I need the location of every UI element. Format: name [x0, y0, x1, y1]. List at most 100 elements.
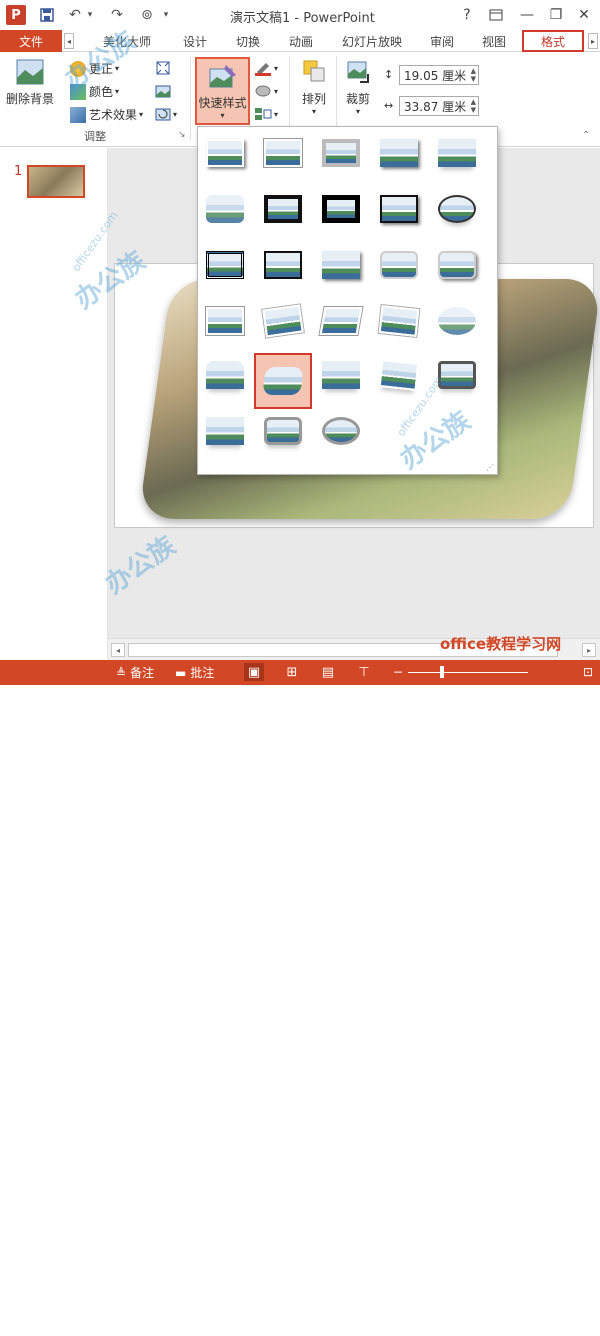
style-metal-rounded-rectangle[interactable] [435, 355, 479, 395]
width-spinner-icon[interactable]: ▲ ▼ [471, 98, 476, 114]
tab-slideshow[interactable]: 幻灯片放映 [337, 30, 407, 52]
fit-slide-icon[interactable]: ⊡ [578, 663, 598, 681]
height-icon: ↕ [384, 68, 394, 81]
save-icon[interactable] [36, 4, 58, 26]
help-button[interactable]: ? [455, 4, 479, 26]
artistic-effects-button[interactable]: 艺术效果 ▾ [70, 106, 143, 123]
style-compound-frame-black[interactable] [203, 245, 247, 285]
adjust-dialog-launcher-icon[interactable]: ↘ [178, 130, 186, 140]
remove-background-button[interactable]: 删除背景 [6, 58, 54, 107]
tab-file[interactable]: 文件 [0, 30, 62, 52]
window-title: 演示文稿1 - PowerPoint [230, 11, 375, 26]
style-simple-frame-white[interactable] [203, 133, 247, 173]
start-from-beginning-icon[interactable]: ⊚ [136, 4, 158, 26]
compress-pictures-icon[interactable] [155, 60, 171, 76]
normal-view-icon[interactable]: ▣ [244, 663, 264, 681]
reading-view-icon[interactable]: ▤ [318, 663, 338, 681]
style-beveled-oval-black[interactable] [435, 189, 479, 229]
style-simple-frame-black[interactable] [377, 189, 421, 229]
notes-button[interactable]: ≜ 备注 [116, 664, 154, 681]
tab-animations[interactable]: 动画 [283, 30, 319, 52]
close-icon[interactable]: ✕ [572, 4, 596, 26]
style-soft-edge-oval[interactable] [377, 301, 421, 341]
zoom-out-icon[interactable]: − [388, 663, 408, 681]
collapse-ribbon-icon[interactable]: ⌃ [582, 130, 590, 141]
scroll-right-icon[interactable]: ▸ [582, 643, 596, 657]
zoom-slider-knob[interactable] [440, 666, 444, 678]
width-input[interactable]: 33.87 厘米 ▲ ▼ [399, 96, 479, 116]
style-reflected-bevel-black[interactable] [377, 355, 421, 395]
customize-toolbar-icon[interactable]: ▾ [160, 4, 172, 26]
style-moderate-frame-white[interactable] [435, 245, 479, 285]
style-thick-matte-black[interactable] [319, 189, 363, 229]
ribbon-display-options-icon[interactable] [484, 4, 508, 26]
arrange-button[interactable]: 排列 ▾ [296, 58, 332, 116]
style-perspective-shadow-white[interactable] [261, 301, 305, 341]
gallery-resize-grip-icon[interactable]: ⋰ [486, 463, 494, 472]
crop-label: 裁剪 [345, 92, 370, 106]
style-thumbnail [264, 195, 302, 223]
style-rounded-diagonal-corner-white[interactable] [319, 245, 363, 285]
notes-label: 备注 [130, 666, 155, 680]
style-reflected-bevel-white[interactable] [254, 353, 312, 409]
style-beveled-perspective-left[interactable] [319, 355, 363, 395]
quick-styles-label: 快速样式 [198, 96, 247, 110]
tab-scroll-right-icon[interactable]: ▸ [588, 33, 598, 49]
width-value: 33.87 厘米 [404, 99, 467, 114]
change-picture-icon[interactable] [155, 83, 171, 99]
style-metal-oval[interactable] [203, 411, 247, 451]
width-icon: ↔ [384, 99, 394, 112]
tab-view[interactable]: 视图 [476, 30, 512, 52]
crop-button[interactable]: 裁剪 ▾ [340, 58, 376, 116]
style-center-shadow-rectangle[interactable] [261, 245, 305, 285]
style-snip-diagonal-corner-white[interactable] [377, 245, 421, 285]
style-thumbnail [438, 195, 476, 223]
style-thumbnail [206, 361, 244, 389]
tab-design[interactable]: 设计 [177, 30, 213, 52]
slide-thumbnail[interactable] [27, 165, 85, 198]
style-metal-frame[interactable] [319, 133, 363, 173]
slideshow-view-icon[interactable]: ⊤ [354, 663, 374, 681]
style-bevel-perspective[interactable] [203, 355, 247, 395]
picture-border-button[interactable]: ▾ [254, 60, 278, 76]
style-beveled-matte-white[interactable] [261, 133, 305, 173]
height-input[interactable]: 19.05 厘米 ▲ ▼ [399, 65, 479, 85]
tab-format[interactable]: 格式 [522, 30, 584, 52]
style-soft-edge-rectangle[interactable] [203, 189, 247, 229]
undo-icon[interactable]: ↶ [64, 4, 86, 26]
style-rotated-white[interactable] [203, 301, 247, 341]
tab-review[interactable]: 审阅 [424, 30, 460, 52]
restore-icon[interactable]: ❐ [544, 4, 568, 26]
style-double-frame-black[interactable] [261, 189, 305, 229]
height-value: 19.05 厘米 [404, 68, 467, 83]
style-thumbnail [438, 251, 476, 279]
slide-sorter-view-icon[interactable]: ⊞ [282, 663, 302, 681]
powerpoint-app-icon: P [6, 5, 26, 25]
style-reflected-perspective-right[interactable] [261, 411, 305, 451]
picture-layout-button[interactable]: ▾ [254, 106, 278, 122]
tab-transitions[interactable]: 切换 [230, 30, 266, 52]
style-drop-shadow-rectangle[interactable] [377, 133, 421, 173]
style-thumbnail [206, 307, 244, 335]
style-thumbnail [438, 139, 476, 167]
arrange-icon [303, 60, 325, 82]
picture-effects-button[interactable]: ▾ [254, 83, 278, 99]
style-relaxed-perspective-white[interactable] [319, 301, 363, 341]
style-bevel-rectangle[interactable] [435, 301, 479, 341]
style-oval-grey[interactable] [319, 411, 363, 451]
zoom-slider[interactable] [408, 672, 528, 673]
group-separator [190, 56, 191, 140]
style-reflected-rounded-rectangle[interactable] [435, 133, 479, 173]
artistic-effects-label: 艺术效果 [89, 108, 138, 122]
comments-button[interactable]: ▬ 批注 [175, 664, 214, 681]
minimize-icon[interactable]: — [515, 4, 539, 26]
reset-picture-icon[interactable]: ▾ [155, 106, 177, 122]
quick-styles-button[interactable]: 快速样式 ▾ [195, 57, 250, 125]
scroll-left-icon[interactable]: ◂ [111, 643, 125, 657]
site-url-text: www.office68.com [433, 1322, 543, 1336]
tab-scroll-left-icon[interactable]: ◂ [64, 33, 74, 49]
style-thumbnail [322, 195, 360, 223]
undo-dropdown-icon[interactable]: ▾ [84, 4, 96, 26]
style-thumbnail [438, 307, 476, 335]
height-spinner-icon[interactable]: ▲ ▼ [471, 67, 476, 83]
